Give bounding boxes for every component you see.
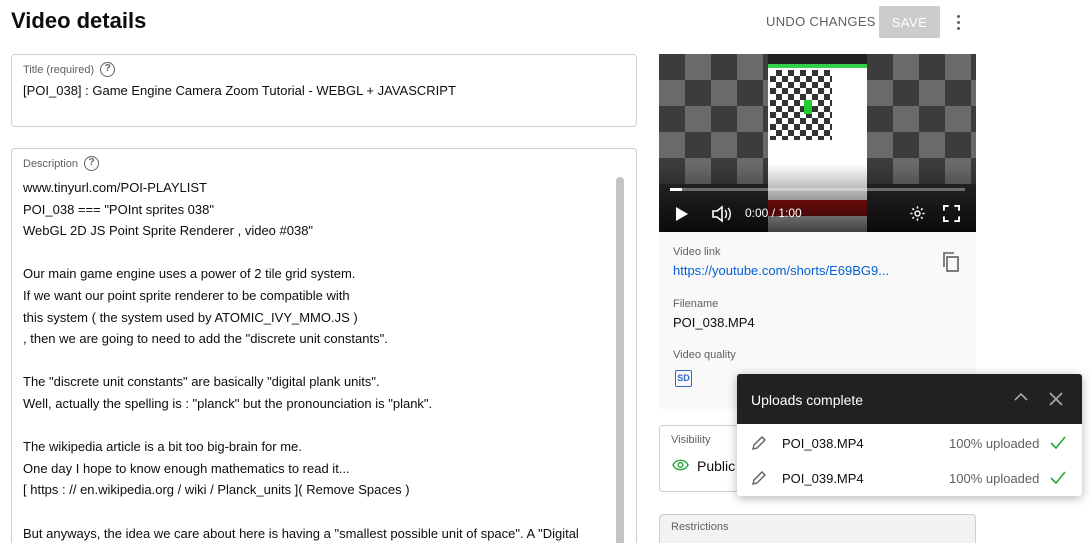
check-icon [1050,471,1066,485]
more-options-icon[interactable] [946,9,970,35]
upload-status: 100% uploaded [949,436,1040,451]
eye-icon [672,459,689,471]
play-icon[interactable] [676,207,688,221]
description-line: WebGL 2D JS Point Sprite Renderer , vide… [23,223,314,239]
filename-label: Filename [673,298,719,310]
visibility-label: Visibility [671,434,711,446]
description-line [23,501,618,523]
description-line: this system ( the system used by ATOMIC_… [23,309,358,325]
title-field[interactable]: Title (required) ? [POI_038] : Game Engi… [11,54,637,127]
description-label: Description [23,157,79,170]
video-quality-label: Video quality [673,349,736,361]
description-line [23,242,618,264]
check-icon [1050,436,1066,450]
uploads-dialog: Uploads complete POI_038.MP4 100% upload… [737,374,1082,496]
pencil-icon[interactable] [751,470,767,486]
uploads-header: Uploads complete [737,374,1082,424]
title-label: Title (required) [23,63,95,76]
sd-quality-icon: SD [675,370,692,387]
video-details-page: Video details UNDO CHANGES SAVE Title (r… [0,0,1090,543]
undo-changes-button[interactable]: UNDO CHANGES [758,7,884,37]
visibility-value: Public [697,458,736,474]
description-line: www.tinyurl.com/POI-PLAYLIST [23,180,207,195]
description-line [23,350,618,372]
upload-item: POI_039.MP4 100% uploaded [737,460,1082,496]
video-player[interactable]: 0:00 / 1:00 [659,54,976,232]
filename-value: POI_038.MP4 [673,315,755,330]
progress-fill [670,188,682,191]
help-icon[interactable]: ? [100,62,116,77]
upload-status: 100% uploaded [949,471,1040,486]
video-progress-bar[interactable] [670,188,965,191]
volume-icon[interactable] [711,205,733,223]
restrictions-label: Restrictions [671,521,729,533]
controls-gradient [659,164,976,232]
upload-filename: POI_038.MP4 [782,436,864,451]
description-line: If we want our point sprite renderer to … [23,287,350,303]
description-line: The wikipedia article is a bit too big-b… [23,439,302,455]
page-title: Video details [11,8,147,33]
description-line: Well, actually the spelling is : "planck… [23,395,433,411]
description-field[interactable]: Description ? www.tinyurl.com/POI-PLAYLI… [11,148,637,543]
video-link[interactable]: https://youtube.com/shorts/E69BG9... [673,263,918,278]
title-label-row: Title (required) ? [23,62,116,77]
save-button[interactable]: SAVE [879,6,940,38]
description-line [23,415,618,437]
description-line: , then we are going to need to add the "… [23,331,388,347]
description-line: The "discrete unit constants" are basica… [23,374,380,390]
restrictions-field[interactable]: Restrictions [659,514,976,543]
description-line: Our main game engine uses a power of 2 t… [23,266,356,282]
video-time: 0:00 / 1:00 [745,206,802,220]
description-line: But anyways, the idea we care about here… [23,525,579,541]
chevron-up-icon[interactable] [1014,392,1028,402]
pencil-icon[interactable] [751,435,767,451]
settings-gear-icon[interactable] [909,205,926,222]
upload-item: POI_038.MP4 100% uploaded [737,425,1082,461]
fullscreen-icon[interactable] [943,205,960,222]
description-scrollbar[interactable] [616,177,624,543]
video-link-label: Video link [673,246,721,258]
title-input[interactable]: [POI_038] : Game Engine Camera Zoom Tuto… [23,83,456,98]
uploads-title: Uploads complete [751,392,864,408]
description-input[interactable]: www.tinyurl.com/POI-PLAYLIST POI_038 === … [23,177,618,543]
description-label-row: Description ? [23,156,100,171]
description-line: POI_038 === "POInt sprites 038" [23,201,214,217]
description-line: One day I hope to know enough mathematic… [23,460,350,476]
upload-filename: POI_039.MP4 [782,471,864,486]
help-icon[interactable]: ? [84,156,100,171]
video-info-panel: 0:00 / 1:00 Video link https://youtube.c… [659,54,976,409]
close-icon[interactable] [1048,391,1064,407]
description-line: [ https : // en.wikipedia.org / wiki / P… [23,482,410,498]
copy-icon[interactable] [942,252,960,272]
